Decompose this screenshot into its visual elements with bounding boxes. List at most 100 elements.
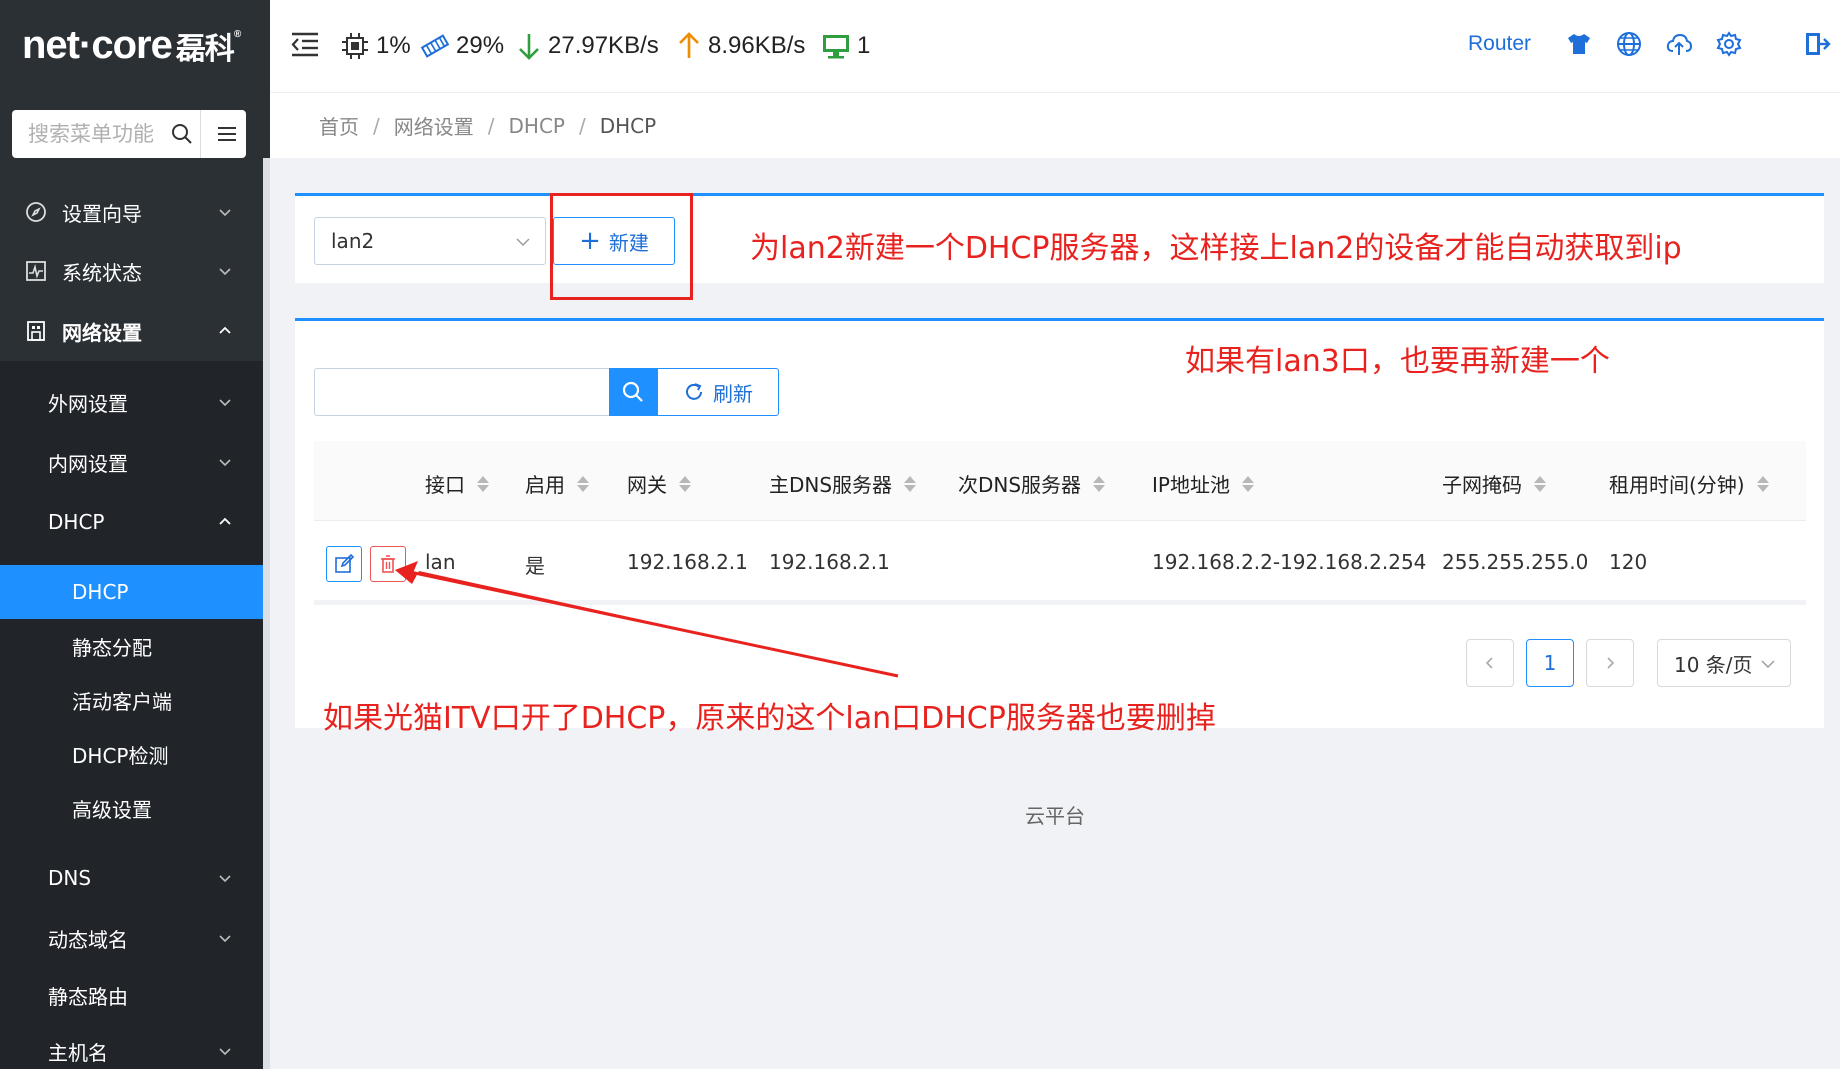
memory-value: 29% — [456, 32, 505, 59]
topbar: 1% 29% 27.97KB/s 8.96KB/s 1 Router — [270, 0, 1840, 92]
page-next-button[interactable] — [1586, 639, 1634, 687]
search-icon[interactable] — [170, 122, 194, 146]
menu-search-input[interactable] — [28, 122, 178, 146]
chevron-left-icon — [1485, 657, 1493, 669]
sort-icon — [904, 475, 917, 492]
cell-gateway: 192.168.2.1 — [627, 550, 748, 574]
cell-interface: lan — [425, 550, 456, 574]
sidebar-item-ddns[interactable]: 动态域名 — [0, 909, 263, 967]
refresh-button[interactable]: 刷新 — [657, 368, 779, 416]
sidebar-item-wan[interactable]: 外网设置 — [0, 373, 263, 431]
sidebar-item-label: 静态分配 — [72, 635, 152, 660]
search-divider — [200, 110, 201, 158]
upload-speed: 8.96KB/s — [676, 30, 805, 62]
column-header-label: 主DNS服务器 — [769, 473, 893, 497]
column-header-label: 子网掩码 — [1442, 473, 1522, 497]
sidebar-item-lan[interactable]: 内网设置 — [0, 433, 263, 491]
breadcrumb-network[interactable]: 网络设置 — [394, 111, 474, 140]
column-header[interactable]: 子网掩码 — [1442, 469, 1546, 498]
connected-devices: 1 — [821, 30, 870, 62]
download-value: 27.97KB/s — [548, 32, 659, 59]
gear-icon[interactable] — [1715, 30, 1743, 58]
annotation-highlight-box — [550, 193, 693, 300]
cell-enabled: 是 — [525, 554, 545, 578]
brand-name: net·core — [22, 23, 173, 67]
sidebar-item-network[interactable]: 网络设置 — [0, 302, 263, 360]
sidebar-item-wizard[interactable]: 设置向导 — [0, 183, 263, 241]
building-icon — [27, 321, 45, 341]
sidebar-item-dns[interactable]: DNS — [0, 849, 263, 907]
sidebar-item-dhcp[interactable]: DHCP — [0, 565, 263, 619]
refresh-icon — [686, 383, 702, 400]
sort-icon — [477, 475, 489, 492]
cell-dns1: 192.168.2.1 — [769, 550, 890, 574]
shirt-icon[interactable] — [1565, 30, 1593, 58]
page-number-button[interactable]: 1 — [1526, 639, 1574, 687]
sort-icon — [577, 475, 589, 492]
monitor-icon — [823, 35, 849, 59]
sidebar-item-advanced[interactable]: 高级设置 — [0, 781, 263, 835]
sort-icon — [1534, 475, 1546, 492]
cloud-upload-icon[interactable] — [1665, 30, 1693, 58]
upload-value: 8.96KB/s — [708, 32, 806, 59]
column-header[interactable]: 次DNS服务器 — [958, 469, 1106, 498]
menu-toggle-icon[interactable] — [215, 122, 239, 146]
sidebar-item-label: 主机名 — [48, 1040, 108, 1065]
sidebar-scrollbar[interactable] — [263, 158, 270, 1069]
collapse-menu-icon[interactable] — [290, 30, 320, 58]
devices-value: 1 — [857, 32, 871, 59]
sidebar-item-label: 活动客户端 — [72, 689, 172, 714]
sidebar-item-label: DHCP — [72, 580, 129, 604]
logout-icon[interactable] — [1803, 30, 1831, 58]
router-mode-link[interactable]: Router — [1468, 32, 1531, 56]
globe-icon[interactable] — [1615, 30, 1643, 58]
sort-icon — [1241, 475, 1254, 492]
column-header[interactable]: 租用时间(分钟) — [1609, 469, 1769, 498]
annotation-text: 为lan2新建一个DHCP服务器，这样接上lan2的设备才能自动获取到ip — [750, 231, 1682, 266]
interface-select[interactable]: lan2 — [314, 217, 546, 265]
column-header-label: 启用 — [525, 473, 565, 497]
sidebar-item-label: 动态域名 — [48, 927, 128, 952]
brand-mark: ® — [233, 29, 241, 40]
brand-cn: 磊科 — [175, 32, 235, 67]
sidebar-item-static-lease[interactable]: 静态分配 — [0, 619, 263, 673]
page-size-select[interactable]: 10 条/页 — [1657, 639, 1791, 687]
trash-icon — [381, 555, 395, 573]
annotation-text: 如果有lan3口，也要再新建一个 — [1185, 344, 1610, 379]
cell-pool: 192.168.2.2-192.168.2.254 — [1152, 550, 1427, 574]
menu-search — [12, 110, 246, 158]
sidebar-item-static-route[interactable]: 静态路由 — [0, 966, 263, 1024]
breadcrumb-home[interactable]: 首页 — [319, 111, 359, 140]
memory-usage: 29% — [420, 30, 504, 62]
breadcrumb-dhcp-group[interactable]: DHCP — [509, 114, 565, 138]
sidebar-item-dhcp-detect[interactable]: DHCP检测 — [0, 727, 263, 781]
sidebar-item-dhcp-group[interactable]: DHCP — [0, 493, 263, 551]
breadcrumb-current: DHCP — [599, 113, 657, 138]
chevron-down-icon — [219, 1048, 231, 1056]
column-header[interactable]: 接口 — [425, 469, 489, 498]
column-header[interactable]: IP地址池 — [1152, 469, 1254, 498]
sidebar-item-active-clients[interactable]: 活动客户端 — [0, 673, 263, 727]
table-search-input[interactable] — [314, 368, 610, 416]
page-prev-button[interactable] — [1466, 639, 1514, 687]
annotation-text: 如果光猫ITV口开了DHCP，原来的这个lan口DHCP服务器也要删掉 — [323, 701, 1216, 736]
chevron-down-icon — [516, 238, 530, 246]
delete-button[interactable] — [370, 546, 406, 582]
edit-icon — [335, 553, 355, 573]
column-header[interactable]: 启用 — [525, 469, 589, 498]
cpu-value: 1% — [376, 32, 411, 59]
sort-icon — [1093, 475, 1106, 492]
sidebar-item-status[interactable]: 系统状态 — [0, 242, 263, 300]
sidebar-item-hostname[interactable]: 主机名 — [0, 1022, 263, 1069]
sort-icon — [679, 475, 691, 492]
sidebar-item-label: 网络设置 — [62, 320, 142, 345]
search-button[interactable] — [609, 368, 657, 416]
sidebar-item-label: 高级设置 — [72, 797, 152, 822]
column-header[interactable]: 主DNS服务器 — [769, 469, 917, 498]
column-header[interactable]: 网关 — [627, 469, 691, 498]
cpu-icon — [342, 33, 368, 59]
cell-mask: 255.255.255.0 — [1442, 550, 1589, 574]
sidebar-item-label: 系统状态 — [62, 260, 142, 285]
edit-button[interactable] — [326, 546, 362, 582]
column-header-label: 网关 — [627, 473, 667, 497]
